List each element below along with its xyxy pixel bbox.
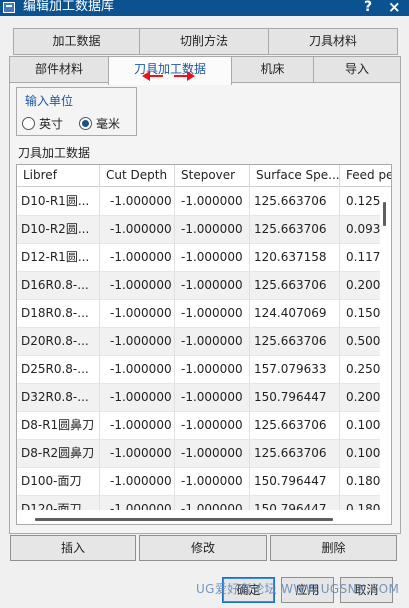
horizontal-scroll-thumb[interactable]	[35, 518, 333, 521]
ok-button[interactable]: 确定	[222, 577, 275, 603]
table-cell: -1.000000	[100, 300, 175, 328]
tab-machine[interactable]: 机床	[231, 56, 314, 83]
table-row[interactable]: D18R0.8-... -1.000000 -1.000000 124.407069 0…	[17, 300, 391, 328]
column-header-feed[interactable]: Feed pe	[340, 165, 391, 187]
table-cell: D32R0.8-...	[17, 384, 100, 412]
table-cell: D8-R1圆鼻刀	[17, 412, 100, 440]
vertical-scroll-thumb[interactable]	[383, 202, 386, 226]
table-cell: D100-面刀	[17, 468, 100, 496]
radio-mm[interactable]: 毫米	[79, 115, 120, 131]
table-cell: D16R0.8-...	[17, 272, 100, 300]
table-cell: 125.663706	[250, 216, 340, 244]
tab-tool-machining-data[interactable]: 刀具加工数据	[108, 56, 232, 85]
horizontal-scrollbar[interactable]	[17, 510, 391, 524]
table-cell: 150.796447	[250, 384, 340, 412]
right-arrow-annotation	[174, 71, 195, 81]
table-row[interactable]: D8-R2圆鼻刀 -1.000000 -1.000000 125.663706 0.10…	[17, 440, 391, 468]
table-cell: 125.663706	[250, 328, 340, 356]
table-cell: -1.000000	[175, 440, 250, 468]
table-row[interactable]: D20R0.8-... -1.000000 -1.000000 125.663706 0…	[17, 328, 391, 356]
tab-import[interactable]: 导入	[313, 56, 401, 83]
table-cell: 125.663706	[250, 412, 340, 440]
table-cell: D25R0.8-...	[17, 356, 100, 384]
table-cell: -1.000000	[175, 300, 250, 328]
table-cell: D10-R1圆...	[17, 188, 100, 216]
table-cell: -1.000000	[100, 216, 175, 244]
column-header-surface-speed[interactable]: Surface Spe...	[250, 165, 340, 187]
table-cell: 120.637158	[250, 244, 340, 272]
table-cell: -1.000000	[100, 412, 175, 440]
radio-inch-indicator[interactable]	[22, 116, 35, 130]
table-cell: 125.663706	[250, 272, 340, 300]
radio-mm-indicator[interactable]	[79, 116, 92, 130]
units-group-title: 输入单位	[25, 94, 74, 108]
table-cell: -1.000000	[100, 440, 175, 468]
table-cell: -1.000000	[100, 244, 175, 272]
table-cell: -1.000000	[175, 468, 250, 496]
column-header-libref[interactable]: Libref	[17, 165, 100, 187]
delete-button[interactable]: 删除	[270, 535, 397, 561]
insert-button[interactable]: 插入	[10, 535, 136, 561]
table-row[interactable]: D32R0.8-... -1.000000 -1.000000 150.796447 0…	[17, 384, 391, 412]
table-cell: -1.000000	[175, 216, 250, 244]
vertical-scrollbar[interactable]	[380, 188, 391, 510]
title-bar: 编辑加工数据库 ? ×	[0, 0, 409, 16]
app-icon	[3, 2, 15, 13]
tab-machining-data[interactable]: 加工数据	[13, 28, 140, 55]
table-cell: -1.000000	[175, 356, 250, 384]
modify-button[interactable]: 修改	[139, 535, 267, 561]
table-header: Libref Cut Depth Stepover Surface Spe...…	[17, 165, 391, 187]
radio-inch-label: 英寸	[39, 116, 64, 131]
table-cell: -1.000000	[100, 328, 175, 356]
table-cell: D10-R2圆...	[17, 216, 100, 244]
table-cell: -1.000000	[175, 384, 250, 412]
table-cell: D18R0.8-...	[17, 300, 100, 328]
radio-mm-label: 毫米	[96, 116, 121, 131]
table-row[interactable]: D25R0.8-... -1.000000 -1.000000 157.079633 0…	[17, 356, 391, 384]
table-cell: -1.000000	[100, 468, 175, 496]
table-cell: 125.663706	[250, 440, 340, 468]
table-cell: -1.000000	[100, 188, 175, 216]
tab-cut-method[interactable]: 切削方法	[139, 28, 269, 55]
table-row[interactable]: D16R0.8-... -1.000000 -1.000000 125.663706 0…	[17, 272, 391, 300]
table-cell: D20R0.8-...	[17, 328, 100, 356]
table-cell: -1.000000	[175, 244, 250, 272]
section-title: 刀具加工数据	[18, 146, 91, 160]
radio-inch[interactable]: 英寸	[22, 115, 63, 131]
table-cell: D8-R2圆鼻刀	[17, 440, 100, 468]
table-cell: 125.663706	[250, 188, 340, 216]
table-row[interactable]: D10-R2圆... -1.000000 -1.000000 125.663706 0.…	[17, 216, 391, 244]
cancel-button[interactable]: 取消	[340, 577, 393, 603]
table-row[interactable]: D100-面刀 -1.000000 -1.000000 150.796447 0.180	[17, 468, 391, 496]
table-row[interactable]: D12-R1圆... -1.000000 -1.000000 120.637158 0.…	[17, 244, 391, 272]
table-cell: -1.000000	[175, 188, 250, 216]
table-cell: -1.000000	[100, 356, 175, 384]
column-header-cut-depth[interactable]: Cut Depth	[100, 165, 175, 187]
tab-part-material[interactable]: 部件材料	[9, 56, 109, 83]
help-button[interactable]: ?	[364, 0, 372, 15]
table-cell: 124.407069	[250, 300, 340, 328]
table-cell: -1.000000	[175, 328, 250, 356]
table-cell: -1.000000	[175, 412, 250, 440]
tab-tool-material[interactable]: 刀具材料	[268, 28, 398, 55]
table-cell: D12-R1圆...	[17, 244, 100, 272]
table-cell: 150.796447	[250, 468, 340, 496]
close-button[interactable]: ×	[388, 0, 401, 15]
table-row[interactable]: D8-R1圆鼻刀 -1.000000 -1.000000 125.663706 0.10…	[17, 412, 391, 440]
tool-data-table: Libref Cut Depth Stepover Surface Spe...…	[16, 164, 392, 525]
table-cell: 157.079633	[250, 356, 340, 384]
table-row[interactable]: D10-R1圆... -1.000000 -1.000000 125.663706 0.…	[17, 188, 391, 216]
apply-button[interactable]: 应用	[281, 577, 334, 603]
column-header-stepover[interactable]: Stepover	[175, 165, 250, 187]
left-arrow-annotation	[142, 71, 163, 81]
table-cell: -1.000000	[175, 272, 250, 300]
table-cell: -1.000000	[100, 384, 175, 412]
table-cell: -1.000000	[100, 272, 175, 300]
window-title: 编辑加工数据库	[23, 0, 115, 14]
